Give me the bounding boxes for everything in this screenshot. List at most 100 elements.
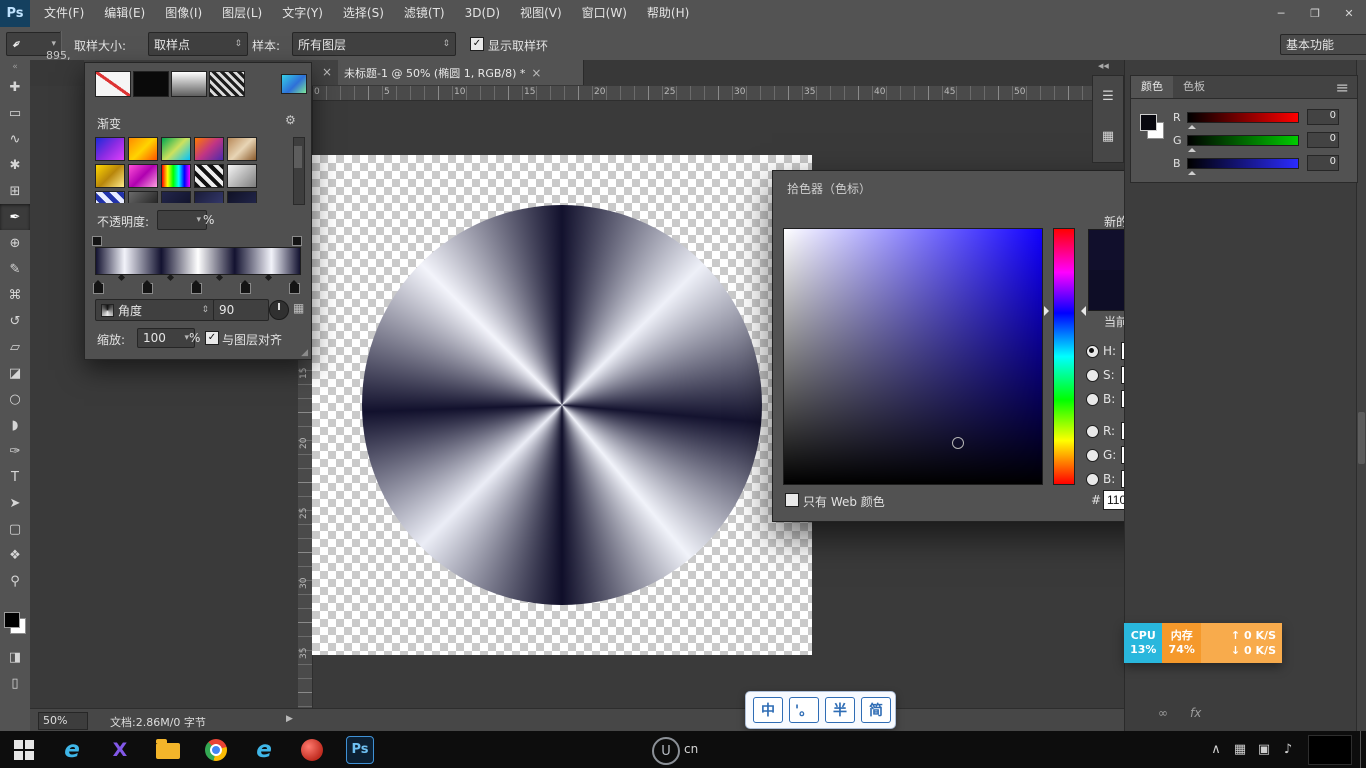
midpoint-diamond[interactable] xyxy=(265,274,272,281)
collapse-dock-icon[interactable]: ◀◀ xyxy=(1098,62,1109,70)
field-radio[interactable] xyxy=(1086,345,1099,358)
gradient-editor-bar[interactable] xyxy=(95,247,301,275)
document-canvas[interactable] xyxy=(312,155,812,655)
resize-grip-icon[interactable]: ◢ xyxy=(301,348,308,358)
lasso-tool[interactable]: ∿ xyxy=(0,126,30,152)
none-swatch[interactable] xyxy=(95,71,131,97)
show-sampling-ring-checkbox[interactable]: ✓ xyxy=(470,37,484,51)
link-layers-icon[interactable]: ∞ xyxy=(1158,706,1168,720)
start-button[interactable] xyxy=(0,731,48,768)
menu-item[interactable]: 滤镜(T) xyxy=(394,0,455,27)
foreground-color-chip[interactable] xyxy=(1140,114,1157,131)
taskbar-ie2-icon[interactable]: e xyxy=(240,731,288,768)
show-desktop-button[interactable] xyxy=(1360,731,1366,768)
brush-tool[interactable]: ✎ xyxy=(0,256,30,282)
move-tool[interactable]: ✚ xyxy=(0,74,30,100)
collapse-tools-icon[interactable]: « xyxy=(0,60,30,74)
hue-slider[interactable] xyxy=(1053,228,1075,485)
gradient-preset-swatch[interactable] xyxy=(161,191,191,203)
channel-value-input[interactable]: 0 xyxy=(1307,132,1339,148)
opacity-stop[interactable] xyxy=(292,236,302,246)
field-radio[interactable] xyxy=(1086,369,1099,382)
eyedropper-tool[interactable]: ✒ xyxy=(0,204,30,230)
document-tab-active[interactable]: 未标题-1 @ 50% (椭圆 1, RGB/8) * × xyxy=(338,60,584,85)
gradient-preset-swatch[interactable] xyxy=(95,164,125,188)
current-gradient-thumbnail[interactable] xyxy=(281,74,307,94)
field-radio[interactable] xyxy=(1086,393,1099,406)
align-with-layer-checkbox[interactable]: ✓ xyxy=(205,331,219,345)
gradient-preset-swatch[interactable] xyxy=(194,137,224,161)
color-stop[interactable] xyxy=(289,283,300,294)
angle-value-input[interactable]: 90 xyxy=(213,299,269,321)
gear-icon[interactable]: ⚙ xyxy=(285,113,296,127)
restore-button[interactable]: ❐ xyxy=(1298,0,1332,27)
color-stop[interactable] xyxy=(191,283,202,294)
gradient-preset-swatch[interactable] xyxy=(194,164,224,188)
taskbar-photoshop-icon[interactable]: Ps xyxy=(336,731,384,768)
shape-tool[interactable]: ▢ xyxy=(0,516,30,542)
ime-mode-button[interactable]: 半 xyxy=(825,697,855,723)
workspace-switcher[interactable]: 基本功能 xyxy=(1280,34,1366,55)
hand-tool[interactable]: ❖ xyxy=(0,542,30,568)
taskbar-ie-icon[interactable]: e xyxy=(48,731,96,768)
menu-item[interactable]: 图层(L) xyxy=(212,0,272,27)
sample-size-select[interactable]: 取样点⇕ xyxy=(148,32,248,56)
marquee-tool[interactable]: ▭ xyxy=(0,100,30,126)
menu-item[interactable]: 文字(Y) xyxy=(272,0,333,27)
menu-item[interactable]: 图像(I) xyxy=(155,0,212,27)
pen-tool[interactable]: ✑ xyxy=(0,438,30,464)
field-radio[interactable] xyxy=(1086,473,1099,486)
zoom-tool[interactable]: ⚲ xyxy=(0,568,30,594)
tray-grid-icon[interactable]: ▦ xyxy=(1228,742,1252,757)
ime-mode-button[interactable]: 中 xyxy=(753,697,783,723)
gradient-preset-swatch[interactable] xyxy=(95,137,125,161)
gradient-preset-swatch[interactable] xyxy=(128,191,158,203)
eraser-tool[interactable]: ▱ xyxy=(0,334,30,360)
midpoint-diamond[interactable] xyxy=(118,274,125,281)
color-stop[interactable] xyxy=(142,283,153,294)
zoom-level-input[interactable]: 50% xyxy=(38,712,88,730)
tab-close-icon[interactable]: × xyxy=(322,65,332,79)
quick-selection-tool[interactable]: ✱ xyxy=(0,152,30,178)
field-radio[interactable] xyxy=(1086,425,1099,438)
performance-monitor-overlay[interactable]: CPU13% 内存74% ↑ 0 K/S ↓ 0 K/S xyxy=(1124,623,1282,663)
menu-item[interactable]: 文件(F) xyxy=(34,0,94,27)
clone-stamp-tool[interactable]: ⌘ xyxy=(0,282,30,308)
field-radio[interactable] xyxy=(1086,449,1099,462)
dodge-tool[interactable]: ◗ xyxy=(0,412,30,438)
status-expand-icon[interactable]: ▶ xyxy=(286,714,293,724)
horizontal-ruler[interactable]: 05101520253035404550 xyxy=(298,86,1124,101)
type-tool[interactable]: T xyxy=(0,464,30,490)
gray-gradient-swatch[interactable] xyxy=(171,71,207,97)
gradient-preset-swatch[interactable] xyxy=(95,191,125,203)
tab-close-icon[interactable]: × xyxy=(531,66,541,80)
gradient-tool[interactable]: ◪ xyxy=(0,360,30,386)
gradient-preset-swatch[interactable] xyxy=(161,137,191,161)
menu-item[interactable]: 3D(D) xyxy=(455,0,510,27)
ime-mode-button[interactable]: '。 xyxy=(789,697,819,723)
panel-icon-properties[interactable]: ☰ xyxy=(1093,76,1123,116)
channel-slider[interactable] xyxy=(1187,112,1299,123)
tab-swatches[interactable]: 色板 xyxy=(1173,76,1215,98)
blur-tool[interactable]: ○ xyxy=(0,386,30,412)
gradient-preset-swatch[interactable] xyxy=(227,137,257,161)
tray-chevron-up-icon[interactable]: ∧ xyxy=(1204,742,1228,757)
healing-brush-tool[interactable]: ⊕ xyxy=(0,230,30,256)
menu-item[interactable]: 帮助(H) xyxy=(637,0,699,27)
pattern-swatch[interactable] xyxy=(209,71,245,97)
midpoint-diamond[interactable] xyxy=(216,274,223,281)
scale-select[interactable]: 100▾ xyxy=(137,328,195,348)
screen-mode-button[interactable]: ▯ xyxy=(0,670,30,696)
color-stop[interactable] xyxy=(93,283,104,294)
channel-value-input[interactable]: 0 xyxy=(1307,109,1339,125)
tray-display-icon[interactable]: ▣ xyxy=(1252,742,1276,757)
layer-style-fx-icon[interactable]: fx xyxy=(1190,706,1201,720)
angle-dial[interactable] xyxy=(269,300,289,320)
channel-value-input[interactable]: 0 xyxy=(1307,155,1339,171)
gradient-preset-swatch[interactable] xyxy=(227,191,257,203)
presets-scrollbar[interactable] xyxy=(293,137,305,205)
tray-volume-icon[interactable]: ♪ xyxy=(1276,742,1300,757)
dock-edge-handle[interactable] xyxy=(1358,412,1365,464)
taskbar-file-explorer-icon[interactable] xyxy=(144,731,192,768)
menu-item[interactable]: 编辑(E) xyxy=(94,0,155,27)
